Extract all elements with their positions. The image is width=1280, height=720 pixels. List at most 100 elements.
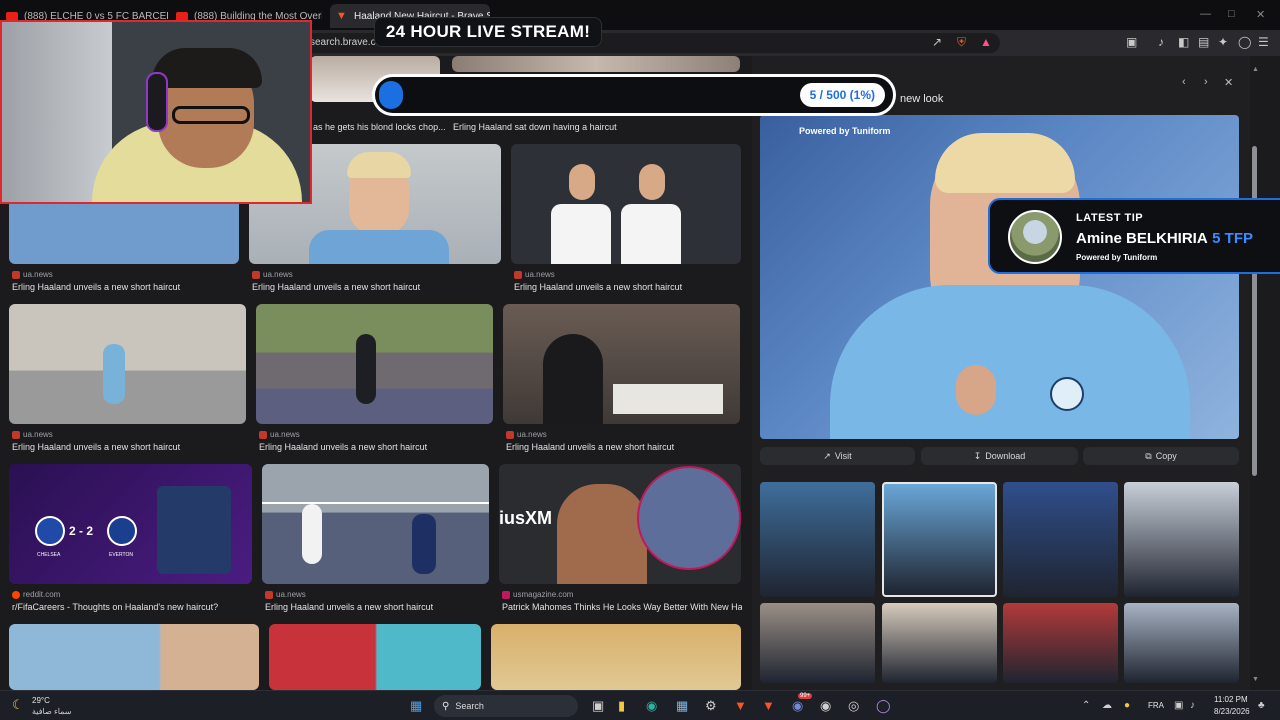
- rewards-icon[interactable]: ▲: [980, 35, 992, 49]
- next-image-icon[interactable]: ›: [1204, 76, 1208, 88]
- result-caption[interactable]: Erling Haaland unveils a new short hairc…: [252, 282, 500, 292]
- result-source[interactable]: ua.news: [514, 270, 555, 279]
- result-thumbnail[interactable]: 2 - 2 CHELSEA EVERTON: [9, 464, 252, 584]
- discord-icon[interactable]: ◉: [792, 698, 803, 714]
- taskbar-search[interactable]: ⚲ Search: [434, 695, 578, 717]
- brave-beta-icon[interactable]: ▼: [762, 698, 775, 713]
- language-indicator[interactable]: FRA: [1148, 701, 1164, 710]
- close-window-icon[interactable]: ✕: [1256, 8, 1265, 21]
- result-thumbnail[interactable]: [452, 56, 740, 72]
- result-source[interactable]: usmagazine.com: [502, 590, 573, 599]
- live-banner-text: 24 HOUR LIVE STREAM!: [385, 22, 591, 41]
- result-thumbnail[interactable]: [503, 304, 740, 424]
- extensions-icon[interactable]: ✦: [1218, 35, 1228, 49]
- vpn-icon[interactable]: ◯: [1238, 35, 1251, 49]
- notification-bell-icon[interactable]: ♣: [1258, 700, 1265, 711]
- visit-button[interactable]: ↗ Visit: [760, 447, 915, 465]
- result-thumbnail[interactable]: [256, 304, 493, 424]
- prev-image-icon[interactable]: ‹: [1182, 76, 1186, 88]
- menu-icon[interactable]: ☰: [1258, 35, 1269, 49]
- result-thumbnail[interactable]: iusXM: [499, 464, 741, 584]
- download-button[interactable]: ↧ Download: [921, 447, 1078, 465]
- result-thumbnail[interactable]: [262, 464, 489, 584]
- result-caption[interactable]: as he gets his blond locks chop...: [313, 122, 448, 132]
- screenshot-icon[interactable]: ▣: [1126, 35, 1137, 49]
- score-text: 2 - 2: [69, 524, 94, 538]
- task-view-icon[interactable]: ▣: [592, 698, 604, 714]
- goal-progress-bar: 5 / 500 (1%): [372, 74, 896, 116]
- weather-desc: سماء صافية: [32, 707, 72, 716]
- network-icon[interactable]: ▣: [1174, 700, 1183, 711]
- related-image[interactable]: [1124, 603, 1239, 683]
- result-caption[interactable]: Erling Haaland unveils a new short hairc…: [265, 602, 491, 612]
- scroll-down-icon[interactable]: ▼: [1252, 676, 1259, 683]
- scroll-thumb[interactable]: [1252, 146, 1257, 476]
- preview-image[interactable]: [760, 115, 1239, 439]
- tray-mic-icon[interactable]: ●: [1124, 700, 1130, 711]
- live-stream-banner: 24 HOUR LIVE STREAM!: [374, 17, 602, 47]
- search-icon: ⚲: [442, 700, 450, 712]
- result-thumbnail[interactable]: [491, 624, 741, 690]
- tip-heading: LATEST TIP: [1076, 212, 1144, 224]
- result-source[interactable]: ua.news: [252, 270, 293, 279]
- reddit-favicon-icon: [12, 590, 20, 599]
- usmagazine-favicon-icon: [502, 590, 510, 599]
- related-image[interactable]: [882, 603, 997, 683]
- result-source[interactable]: reddit.com: [12, 590, 60, 599]
- scroll-up-icon[interactable]: ▲: [1252, 66, 1259, 73]
- result-caption[interactable]: Erling Haaland unveils a new short hairc…: [514, 282, 742, 292]
- result-caption[interactable]: Erling Haaland unveils a new short hairc…: [506, 442, 741, 452]
- edge-icon[interactable]: ◉: [646, 698, 657, 714]
- team-away-label: EVERTON: [109, 552, 133, 558]
- share-icon[interactable]: ↗: [932, 35, 942, 49]
- start-windows-icon[interactable]: ▦: [410, 698, 422, 714]
- result-source[interactable]: ua.news: [12, 270, 53, 279]
- brave-browser-icon[interactable]: ▼: [734, 698, 747, 713]
- result-caption[interactable]: Erling Haaland unveils a new short hairc…: [12, 442, 247, 452]
- team-home-label: CHELSEA: [37, 552, 61, 558]
- source-favicon-icon: [259, 430, 267, 439]
- copy-button[interactable]: ⧉ Copy: [1083, 447, 1239, 465]
- result-thumbnail[interactable]: [9, 304, 246, 424]
- store-icon[interactable]: ▦: [676, 698, 688, 714]
- result-caption[interactable]: Erling Haaland unveils a new short hairc…: [259, 442, 494, 452]
- sidebar-icon[interactable]: ◧: [1178, 35, 1189, 49]
- webcam-overlay: [0, 20, 312, 204]
- result-caption[interactable]: Patrick Mahomes Thinks He Looks Way Bett…: [502, 602, 742, 612]
- result-caption[interactable]: Erling Haaland unveils a new short hairc…: [12, 282, 240, 292]
- clock-time[interactable]: 11:02 PM: [1214, 695, 1248, 704]
- result-caption[interactable]: Erling Haaland sat down having a haircut: [453, 122, 733, 132]
- maximize-icon[interactable]: □: [1228, 8, 1235, 20]
- music-icon[interactable]: ♪: [1158, 35, 1164, 49]
- result-thumbnail[interactable]: [511, 144, 741, 264]
- steam-icon[interactable]: ◉: [820, 698, 831, 714]
- result-source[interactable]: ua.news: [12, 430, 53, 439]
- tray-cloud-icon[interactable]: ☁: [1102, 700, 1112, 711]
- app-icon[interactable]: ◯: [876, 698, 891, 714]
- tray-chevron-icon[interactable]: ⌃: [1082, 700, 1090, 711]
- clock-date[interactable]: 8/23/2026: [1214, 707, 1250, 716]
- related-image[interactable]: [760, 603, 875, 683]
- related-image[interactable]: [882, 482, 997, 597]
- settings-gear-icon[interactable]: ⚙: [705, 698, 717, 714]
- scrollbar[interactable]: ▲ ▼: [1250, 56, 1280, 690]
- obs-icon[interactable]: ◎: [848, 698, 859, 714]
- close-preview-icon[interactable]: ✕: [1224, 76, 1233, 89]
- brave-shield-icon[interactable]: ⛨: [957, 35, 966, 50]
- taskbar: ☾ 29°C سماء صافية ▦ ⚲ Search ▣ ▮ ◉ ▦ ⚙ ▼…: [0, 690, 1280, 720]
- result-thumbnail[interactable]: [269, 624, 481, 690]
- result-thumbnail[interactable]: [9, 624, 259, 690]
- wallet-icon[interactable]: ▤: [1198, 35, 1209, 49]
- related-image[interactable]: [760, 482, 875, 597]
- result-source[interactable]: ua.news: [259, 430, 300, 439]
- result-source[interactable]: ua.news: [506, 430, 547, 439]
- volume-icon[interactable]: ♪: [1190, 700, 1195, 711]
- related-image[interactable]: [1003, 482, 1118, 597]
- related-image[interactable]: [1003, 603, 1118, 683]
- related-image[interactable]: [1124, 482, 1239, 597]
- result-caption[interactable]: r/FifaCareers - Thoughts on Haaland's ne…: [12, 602, 252, 612]
- minimize-icon[interactable]: —: [1200, 8, 1211, 20]
- file-explorer-icon[interactable]: ▮: [618, 698, 625, 714]
- tip-avatar: [1008, 210, 1062, 264]
- result-source[interactable]: ua.news: [265, 590, 306, 599]
